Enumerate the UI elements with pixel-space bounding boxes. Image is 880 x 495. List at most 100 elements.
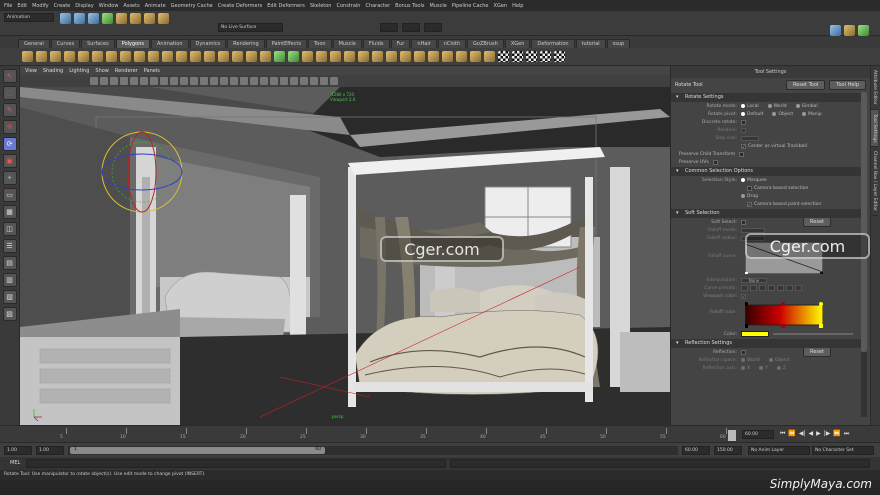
discrete-rotate-checkbox[interactable] (741, 119, 746, 125)
reflection-space-object-radio[interactable] (768, 358, 773, 362)
preserve-child-checkbox[interactable] (739, 151, 745, 157)
gate-mask-icon[interactable] (160, 77, 168, 85)
curve-preset-3-icon[interactable] (759, 285, 766, 291)
range-slider-handle[interactable]: 1 60 (70, 447, 325, 454)
anim-layer-dropdown[interactable]: No Anim Layer (748, 446, 810, 455)
layout-four-icon[interactable]: ▦ (2, 205, 17, 219)
shelf-tab-surfaces[interactable]: Surfaces (81, 39, 115, 48)
soft-selection-header[interactable]: Soft Selection (671, 209, 861, 218)
viewport-menu-view[interactable]: View (25, 68, 37, 74)
snap-curve-icon[interactable] (130, 13, 141, 24)
rotate-pivot-object-radio[interactable] (772, 112, 777, 116)
relative-checkbox[interactable] (741, 127, 746, 133)
go-to-start-icon[interactable]: ⏮ (780, 430, 785, 438)
menu-assets[interactable]: Assets (123, 3, 139, 9)
rotate-mode-world-radio[interactable] (767, 104, 772, 108)
rotate-mode-gimbal-radio[interactable] (795, 104, 800, 108)
checker-map-icon[interactable] (498, 51, 509, 62)
layout-two-icon[interactable]: ◫ (2, 222, 17, 236)
layout-hypershade-icon[interactable]: ▥ (2, 273, 17, 287)
menu-create[interactable]: Create (54, 3, 71, 9)
menu-create-deformers[interactable]: Create Deformers (218, 3, 263, 9)
channel-box-tab[interactable]: Channel Box / Layer Editor (871, 147, 878, 217)
start-time-field[interactable]: 1.00 (4, 446, 32, 455)
snap-grid-icon[interactable] (116, 13, 127, 24)
fill-hole-icon[interactable] (316, 51, 327, 62)
end-time-field[interactable]: 150.00 (714, 446, 742, 455)
xray-joints-icon[interactable] (270, 77, 278, 85)
rotate-pivot-default-radio[interactable] (741, 112, 745, 116)
shelf-tab-polygons[interactable]: Polygons (115, 39, 150, 48)
menu-edit[interactable]: Edit (17, 3, 27, 9)
menu-skeleton[interactable]: Skeleton (310, 3, 332, 9)
poly-cylinder-icon[interactable] (50, 51, 61, 62)
character-set-dropdown[interactable]: No Character Set (812, 446, 874, 455)
viewport-panel[interactable]: View Shading Lighting Show Renderer Panels (20, 66, 670, 425)
show-manipulator-icon[interactable]: ✦ (2, 171, 17, 185)
attribute-editor-toggle-icon[interactable] (830, 25, 841, 36)
camera-attributes-icon[interactable] (100, 77, 108, 85)
step-forward-key-icon[interactable]: ⏩ (833, 430, 840, 438)
sculpt-icon[interactable] (470, 51, 481, 62)
rotate-pivot-manip-radio[interactable] (802, 112, 807, 116)
playback-end-field[interactable]: 60.00 (682, 446, 710, 455)
layout-script-icon[interactable]: ▧ (2, 290, 17, 304)
attribute-editor-tab[interactable]: Attribute Editor (871, 66, 878, 110)
poly-prism-icon[interactable] (106, 51, 117, 62)
separate-icon[interactable] (176, 51, 187, 62)
viewport-color-checkbox[interactable]: ✓ (741, 293, 746, 299)
insert-edge-loop-icon[interactable] (344, 51, 355, 62)
shelf-tab-toon[interactable]: Toon (308, 39, 332, 48)
antialiasing-icon[interactable] (320, 77, 328, 85)
menu-geometry-cache[interactable]: Geometry Cache (171, 3, 213, 9)
play-backwards-icon[interactable]: ◀ (809, 430, 814, 438)
falloff-color-ramp[interactable] (745, 302, 823, 328)
menu-pipeline-cache[interactable]: Pipeline Cache (452, 3, 489, 9)
poly-plane-icon[interactable] (78, 51, 89, 62)
isolate-select-icon[interactable] (290, 77, 298, 85)
menu-set-dropdown[interactable]: Animation (4, 13, 54, 22)
shelf-tab-animation[interactable]: Animation (151, 39, 189, 48)
shelf-tab-xgen[interactable]: XGen (504, 39, 531, 48)
select-camera-icon[interactable] (90, 77, 98, 85)
poly-sphere-icon[interactable] (22, 51, 33, 62)
poke-icon[interactable] (428, 51, 439, 62)
shelf-tab-painteffects[interactable]: PaintEffects (265, 39, 308, 48)
file-save-icon[interactable] (88, 13, 99, 24)
z-field[interactable] (424, 23, 442, 32)
poly-helix-icon[interactable] (148, 51, 159, 62)
file-new-icon[interactable] (60, 13, 71, 24)
poly-pyramid-icon[interactable] (120, 51, 131, 62)
reflection-checkbox[interactable] (741, 349, 746, 355)
time-slider[interactable]: 5 10 15 20 25 30 35 40 45 50 55 60 60.00 ⏮ ⏪ ◀| ◀ ▶… (0, 425, 880, 442)
snap-point-icon[interactable] (144, 13, 155, 24)
curve-preset-2-icon[interactable] (750, 285, 757, 291)
poly-cube-icon[interactable] (36, 51, 47, 62)
menu-display[interactable]: Display (75, 3, 93, 9)
extract-icon[interactable] (190, 51, 201, 62)
bridge-icon[interactable] (288, 51, 299, 62)
file-open-icon[interactable] (74, 13, 85, 24)
poly-torus-icon[interactable] (92, 51, 103, 62)
shelf-tab-rendering[interactable]: Rendering (227, 39, 265, 48)
append-polygon-icon[interactable] (302, 51, 313, 62)
move-tool-icon[interactable]: ✥ (2, 120, 17, 134)
shelf-tab-muscle[interactable]: Muscle (332, 39, 362, 48)
wireframe-on-shaded-icon[interactable] (220, 77, 228, 85)
poly-pipe-icon[interactable] (134, 51, 145, 62)
preserve-uvs-checkbox[interactable] (712, 159, 718, 165)
step-back-icon[interactable]: ◀| (799, 430, 806, 438)
go-to-end-icon[interactable]: ⏭ (844, 430, 849, 438)
curve-preset-4-icon[interactable] (768, 285, 775, 291)
shelf-tab-dynamics[interactable]: Dynamics (189, 39, 227, 48)
reflection-axis-x-radio[interactable] (741, 366, 745, 370)
select-tool-icon[interactable]: ↖ (2, 69, 17, 83)
color-swatch[interactable] (741, 331, 769, 337)
extrude-icon[interactable] (274, 51, 285, 62)
select-mode-icon[interactable] (102, 13, 113, 24)
color-slider[interactable] (773, 333, 853, 335)
menu-edit-deformers[interactable]: Edit Deformers (267, 3, 305, 9)
rotate-settings-header[interactable]: Rotate Settings (671, 93, 861, 102)
shield-icon[interactable] (260, 51, 271, 62)
xray-icon[interactable] (260, 77, 268, 85)
